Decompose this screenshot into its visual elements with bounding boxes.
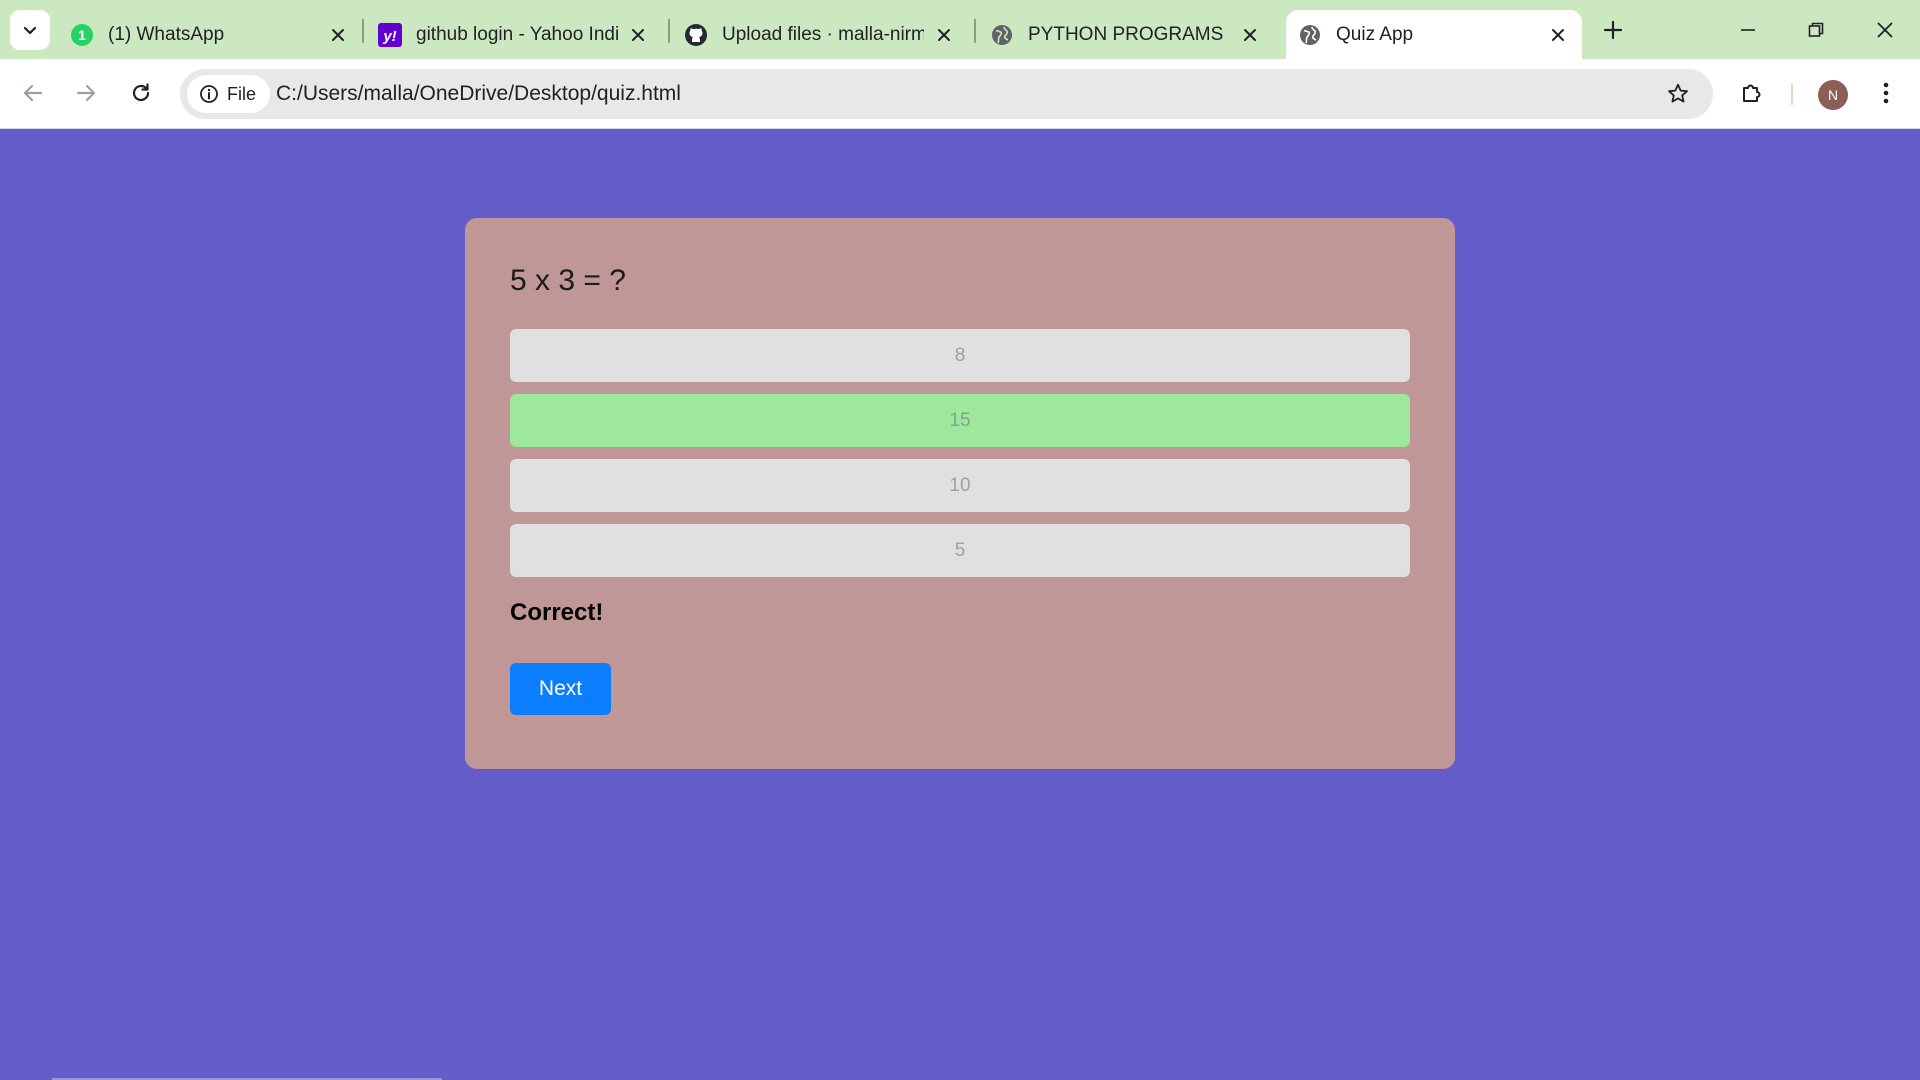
- tab-title: PYTHON PROGRAMS: [1028, 23, 1224, 45]
- browser-menu-button[interactable]: [1868, 75, 1904, 111]
- tab-whatsapp[interactable]: 1 (1) WhatsApp: [70, 10, 350, 59]
- tab-separator: [362, 19, 364, 43]
- bookmark-star-icon[interactable]: [1665, 81, 1691, 107]
- tab-title: Upload files · malla-nirmala: [722, 23, 924, 45]
- close-icon[interactable]: [932, 23, 956, 47]
- quiz-card: 5 x 3 = ? 8 15 10 5 Correct! Next: [465, 218, 1455, 769]
- close-icon[interactable]: [1546, 23, 1570, 47]
- yahoo-icon: y!: [378, 22, 402, 47]
- reload-button[interactable]: [123, 75, 159, 111]
- arrow-right-icon: [76, 84, 96, 102]
- extensions-button[interactable]: [1734, 75, 1770, 111]
- globe-icon: [1298, 23, 1322, 47]
- url-text[interactable]: C:/Users/malla/OneDrive/Desktop/quiz.htm…: [276, 82, 681, 106]
- arrow-left-icon: [23, 84, 43, 102]
- toolbar-separator: [1791, 83, 1793, 105]
- info-icon: [199, 84, 219, 104]
- restore-icon: [1808, 22, 1824, 37]
- puzzle-icon: [1743, 84, 1761, 102]
- new-tab-button[interactable]: [1597, 14, 1629, 46]
- next-button[interactable]: Next: [510, 663, 611, 715]
- more-vert-icon: [1883, 82, 1889, 104]
- chevron-down-icon: [23, 26, 37, 35]
- back-button[interactable]: [15, 75, 51, 111]
- globe-icon: [990, 23, 1014, 47]
- tab-strip: 1 (1) WhatsApp y! github login - Yahoo I…: [0, 0, 1920, 59]
- close-icon: [1877, 22, 1893, 38]
- browser-toolbar: File C:/Users/malla/OneDrive/Desktop/qui…: [0, 59, 1920, 129]
- address-chip-label: File: [227, 83, 257, 104]
- site-info-chip[interactable]: File: [187, 75, 271, 113]
- close-icon[interactable]: [626, 23, 650, 47]
- answer-option-5[interactable]: 5: [510, 524, 1410, 577]
- minimize-icon: [1741, 29, 1755, 31]
- tab-yahoo[interactable]: y! github login - Yahoo India: [378, 10, 650, 59]
- tab-search-button[interactable]: [10, 10, 50, 50]
- question-text: 5 x 3 = ?: [510, 264, 626, 297]
- tab-separator: [668, 19, 670, 43]
- page-viewport: 5 x 3 = ? 8 15 10 5 Correct! Next: [0, 130, 1920, 1080]
- tab-title: Quiz App: [1336, 23, 1414, 45]
- whatsapp-badge: 1: [78, 27, 86, 43]
- tab-github[interactable]: Upload files · malla-nirmala: [684, 10, 956, 59]
- close-window-button[interactable]: [1867, 12, 1903, 48]
- profile-avatar[interactable]: N: [1818, 80, 1848, 110]
- tab-title: github login - Yahoo India: [416, 23, 618, 45]
- restore-button[interactable]: [1798, 12, 1834, 48]
- tab-separator: [974, 19, 976, 43]
- github-icon: [684, 23, 708, 47]
- whatsapp-icon: 1: [70, 23, 94, 47]
- tab-title: (1) WhatsApp: [108, 23, 225, 45]
- answer-option-10[interactable]: 10: [510, 459, 1410, 512]
- answer-option-15[interactable]: 15: [510, 394, 1410, 447]
- forward-button[interactable]: [68, 75, 104, 111]
- tab-python-programs[interactable]: PYTHON PROGRAMS: [990, 10, 1262, 59]
- close-icon[interactable]: [326, 23, 350, 47]
- reload-icon: [132, 83, 150, 102]
- close-icon[interactable]: [1238, 23, 1262, 47]
- minimize-button[interactable]: [1730, 12, 1766, 48]
- answer-option-8[interactable]: 8: [510, 329, 1410, 382]
- plus-icon: [1603, 20, 1623, 40]
- address-bar[interactable]: File C:/Users/malla/OneDrive/Desktop/qui…: [180, 69, 1713, 119]
- svg-text:y!: y!: [382, 28, 396, 45]
- feedback-message: Correct!: [510, 599, 604, 626]
- tab-quiz-app[interactable]: Quiz App: [1286, 10, 1582, 59]
